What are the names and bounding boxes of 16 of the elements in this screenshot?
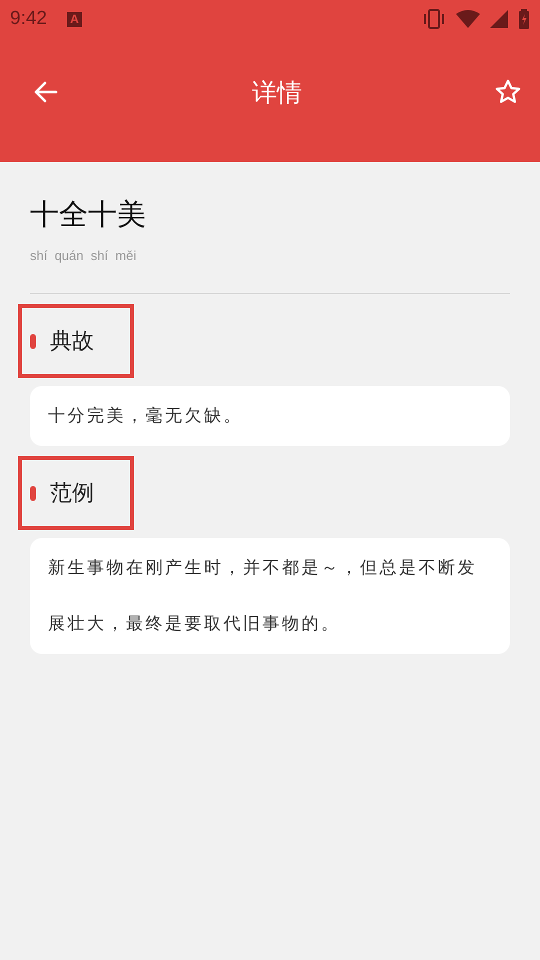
battery-icon <box>518 9 530 29</box>
section-heading: 范例 <box>50 480 94 508</box>
page-title: 详情 <box>252 76 302 108</box>
section-heading: 典故 <box>50 328 94 356</box>
status-time: 9:42 <box>10 8 47 30</box>
vibrate-icon <box>422 9 446 29</box>
section-marker <box>30 486 36 500</box>
notification-icon: A <box>66 12 82 26</box>
section-text: 十分完美，毫无欠缺。 <box>48 405 244 428</box>
star-icon <box>494 78 522 106</box>
section-marker <box>30 334 36 348</box>
wifi-icon <box>456 10 480 28</box>
signal-icon <box>490 10 508 28</box>
pinyin-text: shí quán shí měi <box>30 248 138 263</box>
idiom-title: 十全十美 <box>30 196 147 233</box>
section-text: 新生事物在刚产生时，并不都是～，但总是不断发展壮大，最终是要取代旧事物的。 <box>48 557 478 636</box>
